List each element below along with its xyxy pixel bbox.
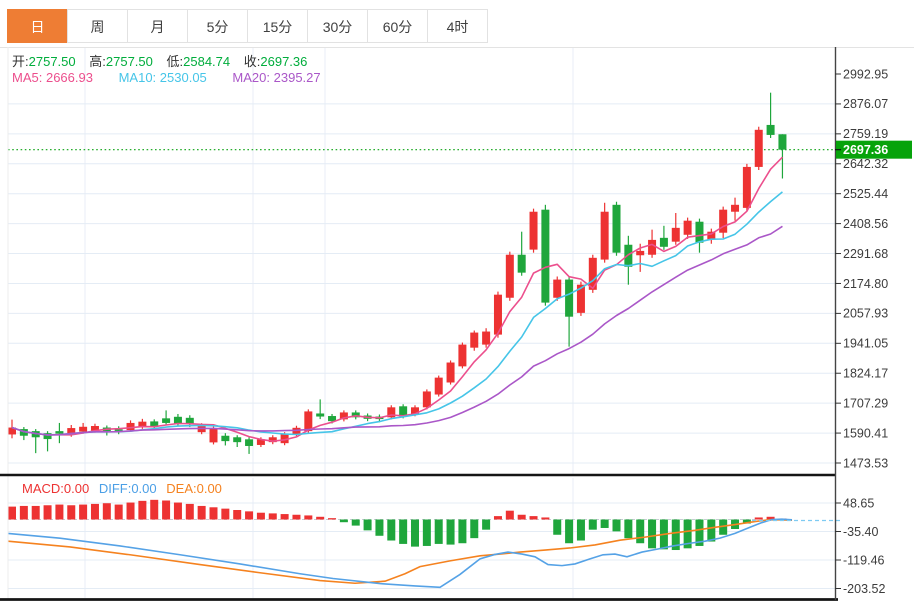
macd-label: MACD: — [22, 481, 64, 496]
tab-month[interactable]: 月 — [127, 9, 188, 43]
svg-text:2057.93: 2057.93 — [843, 307, 888, 321]
high-value: 2757.50 — [106, 54, 153, 69]
candlestick-macd-chart[interactable]: 2992.95 2876.07 2759.19 2642.32 2525.44 2408.… — [0, 0, 914, 605]
ma10-readout: MA10: 2530.05 — [119, 70, 207, 85]
ma20-readout: MA20: 2395.27 — [232, 70, 320, 85]
macd-value-readout: MACD:0.00 — [22, 481, 89, 496]
tab-30min[interactable]: 30分 — [307, 9, 368, 43]
svg-text:48.65: 48.65 — [843, 496, 874, 510]
svg-text:2697.36: 2697.36 — [843, 143, 888, 157]
ma20-label: MA20: — [232, 70, 270, 85]
svg-text:1590.41: 1590.41 — [843, 426, 888, 440]
ma20-value: 2395.27 — [274, 70, 321, 85]
close-label: 收: — [244, 54, 261, 69]
interval-tabbar: 日 周 月 5分 15分 30分 60分 4时 — [8, 9, 488, 43]
svg-text:2642.32: 2642.32 — [843, 157, 888, 171]
ma-readout: MA5: 2666.93 MA10: 2530.05 MA20: 2395.27 — [12, 70, 343, 85]
dea-value: 0.00 — [197, 481, 222, 496]
low-label: 低: — [167, 54, 184, 69]
ma5-readout: MA5: 2666.93 — [12, 70, 93, 85]
open-value: 2757.50 — [29, 54, 76, 69]
diff-value: 0.00 — [131, 481, 156, 496]
high-label: 高: — [89, 54, 106, 69]
svg-text:2291.68: 2291.68 — [843, 247, 888, 261]
tab-day[interactable]: 日 — [7, 9, 68, 43]
high-readout: 高:2757.50 — [89, 51, 153, 70]
svg-text:2408.56: 2408.56 — [843, 217, 888, 231]
tab-60min[interactable]: 60分 — [367, 9, 428, 43]
diff-label: DIFF: — [99, 481, 132, 496]
svg-text:1473.53: 1473.53 — [843, 456, 888, 470]
macd-value: 0.00 — [64, 481, 89, 496]
diff-value-readout: DIFF:0.00 — [99, 481, 157, 496]
ma10-value: 2530.05 — [160, 70, 207, 85]
open-readout: 开:2757.50 — [12, 51, 76, 70]
ma5-value: 2666.93 — [46, 70, 93, 85]
macd-readout: MACD:0.00 DIFF:0.00 DEA:0.00 — [22, 481, 228, 496]
svg-text:-203.52: -203.52 — [843, 582, 885, 596]
tab-4hour[interactable]: 4时 — [427, 9, 488, 43]
svg-text:2876.07: 2876.07 — [843, 97, 888, 111]
svg-text:-35.40: -35.40 — [843, 525, 878, 539]
svg-text:1824.17: 1824.17 — [843, 367, 888, 381]
open-label: 开: — [12, 54, 29, 69]
low-readout: 低:2584.74 — [167, 51, 231, 70]
svg-text:2759.19: 2759.19 — [843, 127, 888, 141]
svg-text:2992.95: 2992.95 — [843, 67, 888, 81]
tab-5min[interactable]: 5分 — [187, 9, 248, 43]
svg-text:2525.44: 2525.44 — [843, 187, 888, 201]
dea-label: DEA: — [166, 481, 196, 496]
svg-text:2174.80: 2174.80 — [843, 277, 888, 291]
low-value: 2584.74 — [183, 54, 230, 69]
close-value: 2697.36 — [260, 54, 307, 69]
ohlc-readout: 开:2757.50 高:2757.50 低:2584.74 收:2697.36 — [12, 51, 317, 70]
svg-text:1707.29: 1707.29 — [843, 396, 888, 410]
ma5-label: MA5: — [12, 70, 42, 85]
svg-text:-119.46: -119.46 — [843, 553, 885, 567]
svg-text:1941.05: 1941.05 — [843, 337, 888, 351]
ma10-label: MA10: — [119, 70, 157, 85]
tab-week[interactable]: 周 — [67, 9, 128, 43]
tab-15min[interactable]: 15分 — [247, 9, 308, 43]
dea-value-readout: DEA:0.00 — [166, 481, 222, 496]
close-readout: 收:2697.36 — [244, 51, 308, 70]
